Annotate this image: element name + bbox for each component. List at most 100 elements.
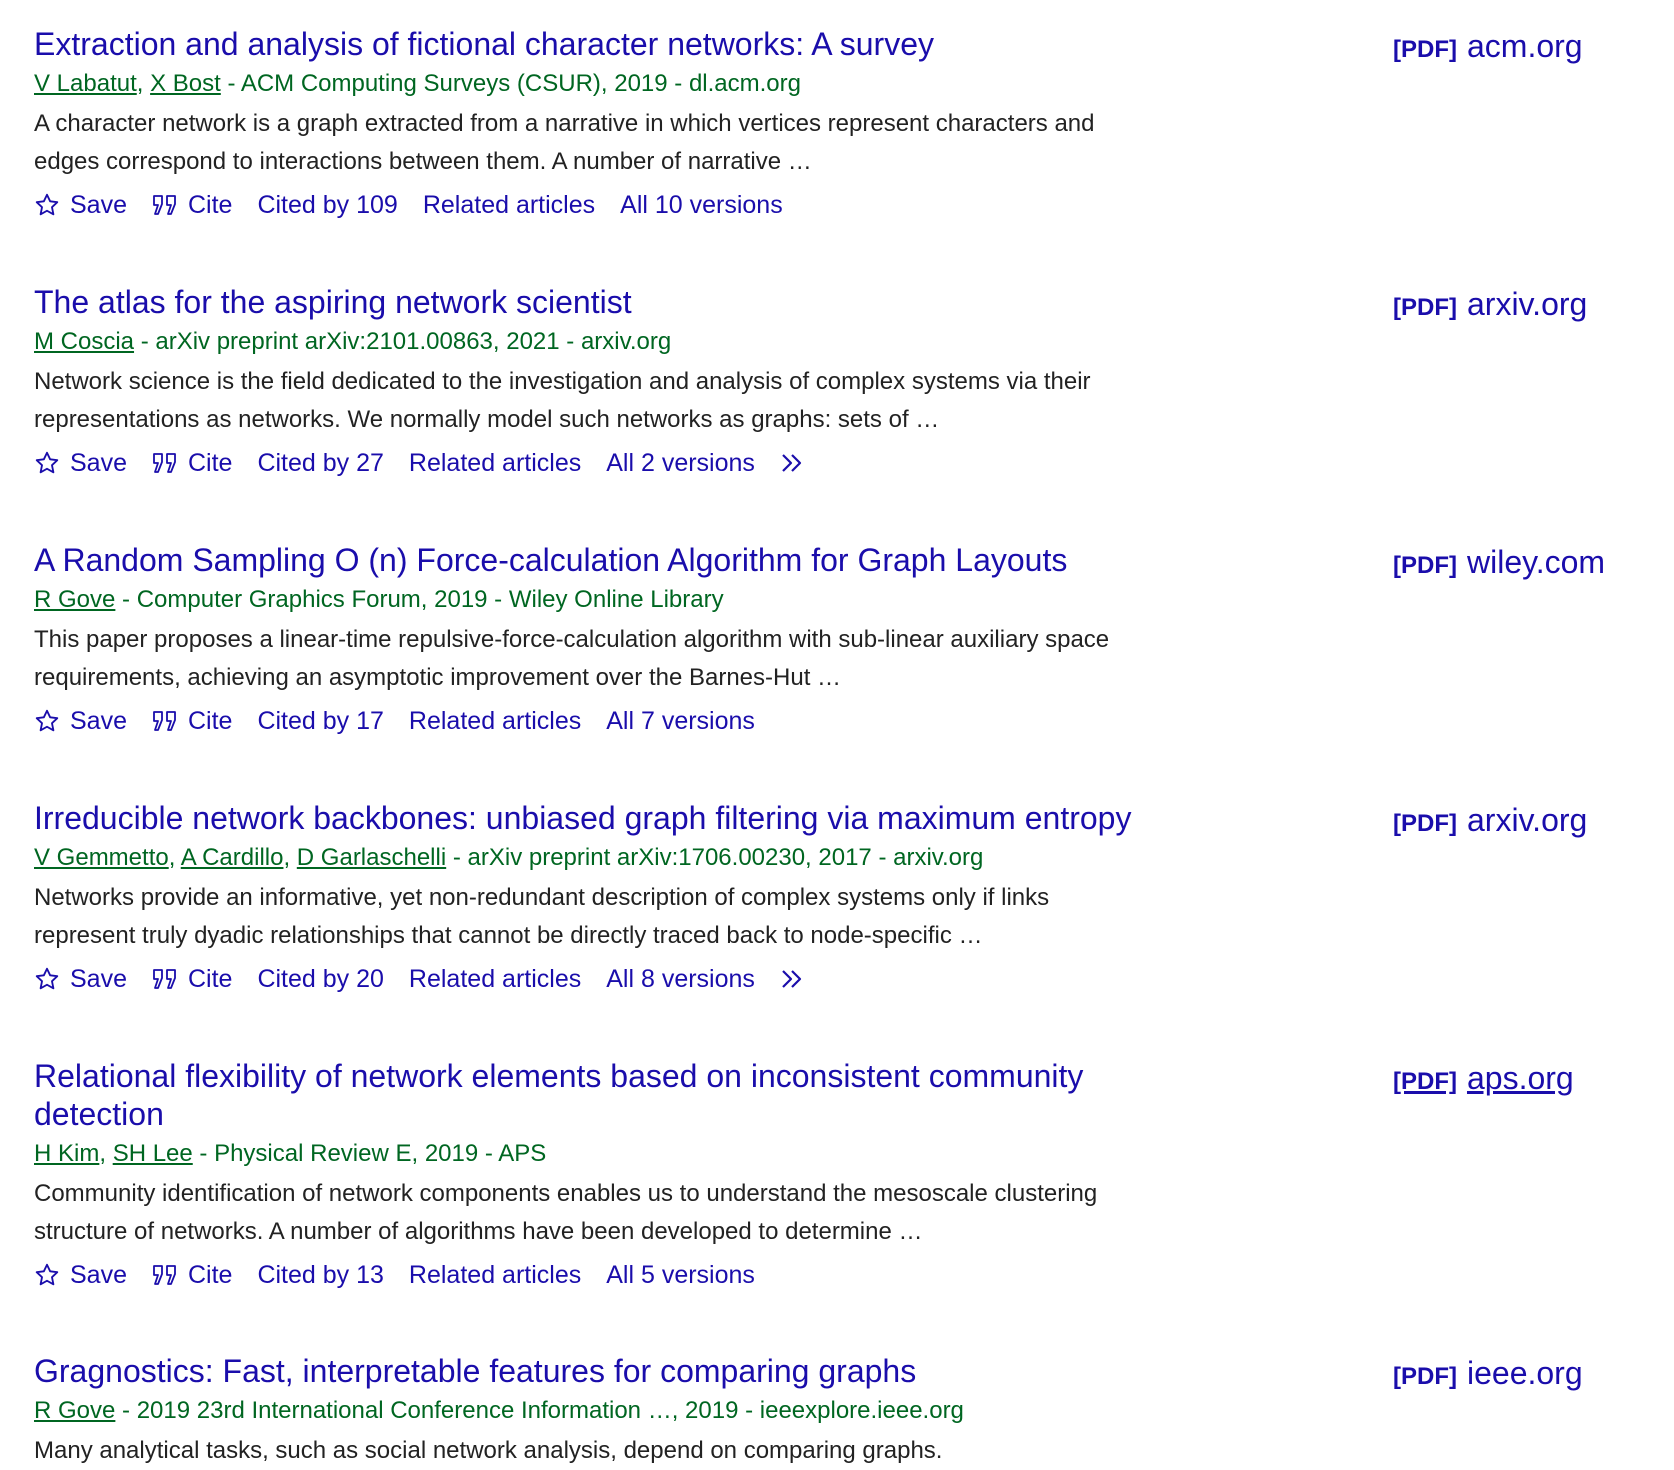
cited-by-link[interactable]: Cited by 109 [257, 191, 397, 220]
author-link[interactable]: V Gemmetto [34, 844, 169, 871]
search-result: Relational flexibility of network elemen… [34, 1057, 1674, 1295]
author-link[interactable]: R Gove [34, 586, 115, 613]
all-versions-link[interactable]: All 5 versions [606, 1261, 755, 1290]
search-result: Irreducible network backbones: unbiased … [34, 799, 1674, 999]
pdf-domain: arxiv.org [1466, 802, 1588, 838]
result-title-link[interactable]: Gragnostics: Fast, interpretable feature… [34, 1352, 1214, 1390]
author-link[interactable]: X Bost [150, 70, 221, 97]
cited-by-link[interactable]: Cited by 20 [257, 965, 383, 994]
pdf-link[interactable]: [PDF] acm.org [1393, 27, 1583, 69]
quote-icon [152, 194, 178, 216]
pdf-domain: wiley.com [1466, 544, 1606, 580]
save-label: Save [70, 1260, 127, 1289]
result-title-link[interactable]: Irreducible network backbones: unbiased … [34, 799, 1214, 837]
quote-icon [152, 710, 178, 732]
result-domain: ieeexplore.ieee.org [759, 1397, 964, 1424]
result-actions: Save Cite Cited by 109 Related articles … [34, 185, 1674, 225]
save-label: Save [70, 190, 127, 219]
cited-by-link[interactable]: Cited by 27 [257, 449, 383, 478]
cited-by-link[interactable]: Cited by 17 [257, 707, 383, 736]
pdf-link[interactable]: [PDF] wiley.com [1393, 543, 1605, 585]
cite-label: Cite [187, 1260, 233, 1289]
result-source: 2019 23rd International Conference Infor… [136, 1397, 739, 1424]
result-source: ACM Computing Surveys (CSUR), 2019 [240, 70, 668, 97]
star-icon [34, 1262, 60, 1288]
quote-icon [152, 968, 178, 990]
result-actions: Save Cite Cited by 13 Related articles A… [34, 1255, 1674, 1295]
quote-icon [152, 452, 178, 474]
result-title-link[interactable]: The atlas for the aspiring network scien… [34, 283, 1214, 321]
search-result: The atlas for the aspiring network scien… [34, 283, 1674, 483]
all-versions-link[interactable]: All 8 versions [606, 965, 755, 994]
cite-label: Cite [187, 964, 233, 993]
result-snippet: Network science is the field dedicated t… [34, 368, 1091, 433]
save-button[interactable]: Save [34, 1261, 127, 1290]
star-icon [34, 450, 60, 476]
author-link[interactable]: M Coscia [34, 328, 134, 355]
pdf-tag: [PDF] [1393, 1068, 1457, 1095]
pdf-link[interactable]: [PDF] arxiv.org [1393, 801, 1587, 843]
all-versions-link[interactable]: All 10 versions [620, 191, 783, 220]
pdf-link[interactable]: [PDF] arxiv.org [1393, 285, 1587, 327]
author-link[interactable]: H Kim [34, 1140, 99, 1167]
related-articles-link[interactable]: Related articles [409, 707, 581, 736]
author-link[interactable]: D Garlaschelli [297, 844, 446, 871]
quote-icon [152, 1264, 178, 1286]
result-domain: dl.acm.org [688, 70, 801, 97]
result-meta: R Gove - Computer Graphics Forum, 2019 -… [34, 586, 724, 613]
pdf-link[interactable]: [PDF] aps.org [1393, 1059, 1574, 1101]
pdf-tag: [PDF] [1393, 810, 1457, 837]
related-articles-link[interactable]: Related articles [409, 449, 581, 478]
star-icon [34, 966, 60, 992]
save-label: Save [70, 448, 127, 477]
result-title-link[interactable]: A Random Sampling O (n) Force‐calculatio… [34, 541, 1214, 579]
pdf-domain: ieee.org [1466, 1355, 1583, 1391]
author-link[interactable]: R Gove [34, 1397, 115, 1424]
pdf-domain: acm.org [1466, 28, 1583, 64]
save-button[interactable]: Save [34, 449, 127, 478]
pdf-tag: [PDF] [1393, 36, 1457, 63]
related-articles-link[interactable]: Related articles [409, 965, 581, 994]
search-result: Gragnostics: Fast, interpretable feature… [34, 1352, 1674, 1470]
save-button[interactable]: Save [34, 707, 127, 736]
save-button[interactable]: Save [34, 965, 127, 994]
cite-button[interactable]: Cite [152, 449, 232, 478]
related-articles-link[interactable]: Related articles [423, 191, 595, 220]
more-options-chevron-icon[interactable] [780, 967, 810, 991]
cite-button[interactable]: Cite [152, 191, 232, 220]
author-link[interactable]: V Labatut [34, 70, 137, 97]
result-source: arXiv preprint arXiv:1706.00230, 2017 [467, 844, 872, 871]
result-snippet: Community identification of network comp… [34, 1180, 1098, 1245]
author-link[interactable]: A Cardillo [181, 844, 284, 871]
pdf-domain: arxiv.org [1466, 286, 1588, 322]
result-meta: H Kim, SH Lee - Physical Review E, 2019 … [34, 1140, 547, 1167]
result-source: Computer Graphics Forum, 2019 [136, 586, 488, 613]
cite-label: Cite [187, 190, 233, 219]
cite-button[interactable]: Cite [152, 1261, 232, 1290]
related-articles-link[interactable]: Related articles [409, 1261, 581, 1290]
result-title-link[interactable]: Relational flexibility of network elemen… [34, 1057, 1214, 1133]
cite-button[interactable]: Cite [152, 965, 232, 994]
pdf-tag: [PDF] [1393, 294, 1457, 321]
cite-label: Cite [187, 706, 233, 735]
author-link[interactable]: SH Lee [113, 1140, 193, 1167]
result-actions: Save Cite Cited by 17 Related articles A… [34, 701, 1674, 741]
all-versions-link[interactable]: All 2 versions [606, 449, 755, 478]
result-snippet: Many analytical tasks, such as social ne… [34, 1437, 943, 1464]
result-meta: M Coscia - arXiv preprint arXiv:2101.008… [34, 328, 672, 355]
pdf-tag: [PDF] [1393, 552, 1457, 579]
save-button[interactable]: Save [34, 191, 127, 220]
cite-button[interactable]: Cite [152, 707, 232, 736]
save-label: Save [70, 964, 127, 993]
save-label: Save [70, 706, 127, 735]
result-actions: Save Cite Cited by 27 Related articles A… [34, 443, 1674, 483]
more-options-chevron-icon[interactable] [780, 451, 810, 475]
result-title-link[interactable]: Extraction and analysis of fictional cha… [34, 25, 1214, 63]
all-versions-link[interactable]: All 7 versions [606, 707, 755, 736]
star-icon [34, 192, 60, 218]
star-icon [34, 708, 60, 734]
result-source: arXiv preprint arXiv:2101.00863, 2021 [155, 328, 560, 355]
cited-by-link[interactable]: Cited by 13 [257, 1261, 383, 1290]
pdf-link[interactable]: [PDF] ieee.org [1393, 1354, 1583, 1396]
search-result: Extraction and analysis of fictional cha… [34, 25, 1674, 225]
